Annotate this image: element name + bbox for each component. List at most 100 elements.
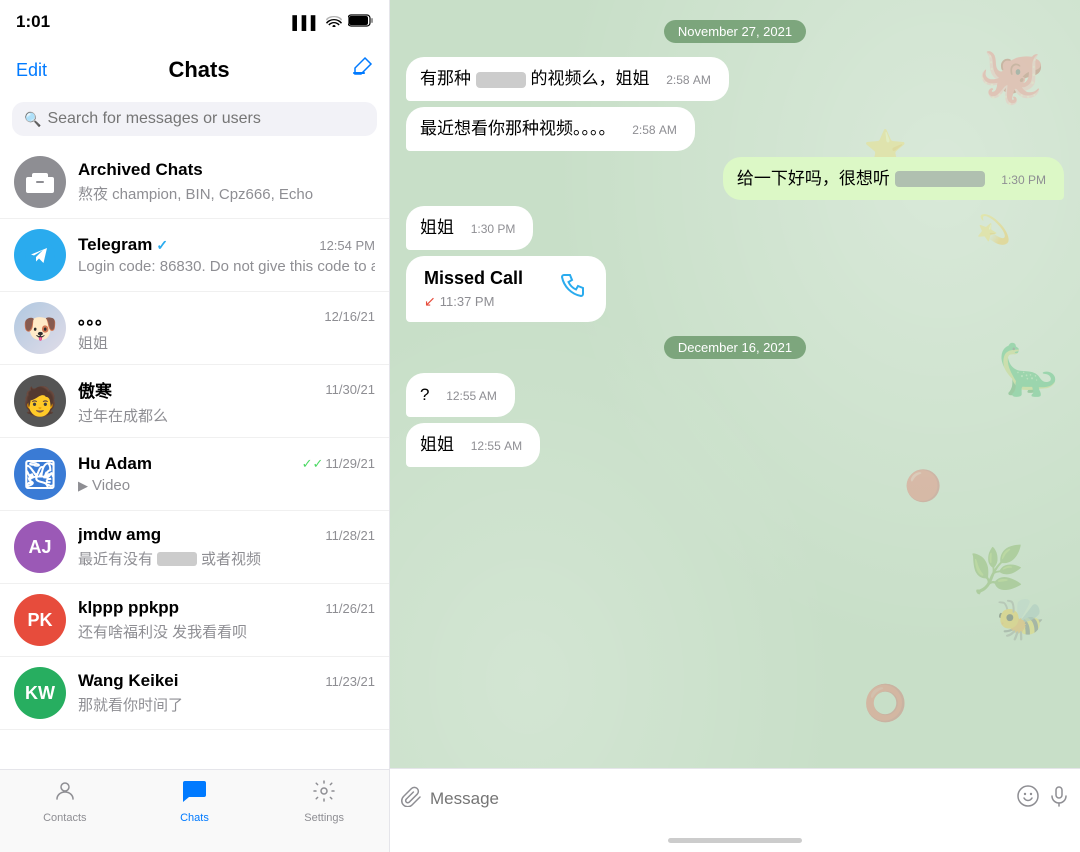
message-input[interactable] [430, 789, 1008, 809]
search-icon: 🔍 [24, 111, 41, 128]
tab-settings[interactable]: Settings [284, 779, 364, 824]
date-pill-dec16: December 16, 2021 [664, 336, 806, 359]
avatar-huadam: 🏞 [14, 448, 66, 500]
battery-icon [348, 14, 373, 30]
jiemei-name: 。。。 [78, 304, 112, 329]
home-indicator [390, 828, 1080, 852]
date-divider-dec16: December 16, 2021 [406, 336, 1064, 359]
edit-button[interactable]: Edit [16, 60, 47, 81]
missed-call-title: Missed Call [424, 268, 523, 289]
huadam-chat-info: Hu Adam ✓✓11/29/21 ▶ Video [78, 454, 375, 494]
klppp-name: klppp ppkpp [78, 598, 179, 618]
avatar-jiemei: 🐶 [14, 302, 66, 354]
attach-icon[interactable] [400, 785, 422, 813]
left-panel: 1:01 ▌▌▌ Edit Chats [0, 0, 390, 852]
input-area [390, 768, 1080, 828]
avatar-aohao: 🧑 [14, 375, 66, 427]
aohao-name: 傲寒 [78, 377, 112, 402]
avatar-telegram [14, 229, 66, 281]
avatar-wang: KW [14, 667, 66, 719]
messages-area: November 27, 2021 有那种 的视频么，姐姐 2:58 AM 最近… [390, 0, 1080, 768]
message-bubble-4: 姐姐 1:30 PM [406, 206, 533, 250]
status-icons: ▌▌▌ [292, 14, 373, 30]
chat-item-wang[interactable]: KW Wang Keikei 11/23/21 那就看你时间了 [0, 657, 389, 730]
wang-chat-info: Wang Keikei 11/23/21 那就看你时间了 [78, 671, 375, 715]
chat-list: Archived Chats 熬夜 champion, BIN, Cpz666,… [0, 146, 389, 769]
avatar-klppp: PK [14, 594, 66, 646]
jmdw-time: 11/28/21 [325, 528, 375, 543]
status-time: 1:01 [16, 12, 50, 32]
nav-bar: Edit Chats [0, 44, 389, 96]
jmdw-name: jmdw amg [78, 525, 161, 545]
message-bubble-3: 给一下好吗，很想听 1:30 PM [723, 157, 1064, 201]
wifi-icon [326, 15, 342, 30]
msg-time-1: 2:58 AM [662, 73, 715, 87]
chat-item-aohao[interactable]: 🧑 傲寒 11/30/21 过年在成都么 [0, 365, 389, 438]
emoji-icon[interactable] [1016, 784, 1040, 814]
huadam-preview: ▶ Video [78, 477, 375, 494]
archived-chat-info: Archived Chats 熬夜 champion, BIN, Cpz666,… [78, 160, 375, 204]
message-bubble-2: 最近想看你那种视频。。。。 2:58 AM [406, 107, 695, 151]
klppp-chat-info: klppp ppkpp 11/26/21 还有啥福利没 发我看看呗 [78, 598, 375, 642]
msg-time-2: 2:58 AM [628, 123, 681, 137]
tab-contacts[interactable]: Contacts [25, 779, 105, 824]
bottom-tabs: Contacts Chats Settings [0, 769, 389, 852]
archived-name: Archived Chats [78, 160, 203, 180]
search-bar[interactable]: 🔍 [12, 102, 377, 136]
chat-item-telegram[interactable]: Telegram ✓ 12:54 PM Login code: 86830. D… [0, 219, 389, 292]
tab-chats-label: Chats [180, 812, 209, 824]
home-bar [668, 838, 802, 843]
telegram-time: 12:54 PM [319, 238, 375, 253]
settings-icon [312, 779, 336, 810]
jiemei-time: 12/16/21 [324, 309, 375, 324]
compose-button[interactable] [351, 56, 373, 84]
search-input[interactable] [47, 110, 365, 128]
jmdw-preview: 最近有没有 ████ 或者视频 [78, 548, 375, 569]
message-bubble-7: 姐姐 12:55 AM [406, 423, 540, 467]
wang-preview: 那就看你时间了 [78, 694, 375, 715]
message-bubble-1: 有那种 的视频么，姐姐 2:58 AM [406, 57, 729, 101]
call-phone-icon [558, 271, 588, 308]
message-row-3: 给一下好吗，很想听 1:30 PM [406, 157, 1064, 201]
message-row-7: 姐姐 12:55 AM [406, 423, 1064, 467]
telegram-chat-info: Telegram ✓ 12:54 PM Login code: 86830. D… [78, 235, 375, 275]
huadam-name: Hu Adam [78, 454, 152, 474]
date-pill-nov27: November 27, 2021 [664, 20, 806, 43]
message-row-missed-call: Missed Call ↙ 11:37 PM [406, 256, 1064, 322]
contacts-icon [53, 779, 77, 810]
message-row-1: 有那种 的视频么，姐姐 2:58 AM [406, 57, 1064, 101]
message-row-6: ? 12:55 AM [406, 373, 1064, 417]
chat-item-huadam[interactable]: 🏞 Hu Adam ✓✓11/29/21 ▶ Video [0, 438, 389, 511]
chat-item-jiemei[interactable]: 🐶 。。。 12/16/21 姐姐 [0, 292, 389, 365]
klppp-time: 11/26/21 [325, 601, 375, 616]
mic-icon[interactable] [1048, 785, 1070, 813]
right-panel: 🐙 ⭐ 🦕 🔴 🌿 ⭕ 🐝 💫 November 27, 2021 有那种 的视… [390, 0, 1080, 852]
missed-arrow-icon: ↙ [424, 293, 436, 310]
archived-preview: 熬夜 champion, BIN, Cpz666, Echo [78, 183, 375, 204]
chat-item-klppp[interactable]: PK klppp ppkpp 11/26/21 还有啥福利没 发我看看呗 [0, 584, 389, 657]
verified-icon: ✓ [156, 237, 168, 254]
telegram-preview: Login code: 86830. Do not give this code… [78, 258, 375, 275]
aohao-chat-info: 傲寒 11/30/21 过年在成都么 [78, 377, 375, 426]
msg-time-7: 12:55 AM [467, 439, 526, 453]
jiemei-chat-info: 。。。 12/16/21 姐姐 [78, 304, 375, 353]
chat-item-archived[interactable]: Archived Chats 熬夜 champion, BIN, Cpz666,… [0, 146, 389, 219]
message-row-2: 最近想看你那种视频。。。。 2:58 AM [406, 107, 1064, 151]
missed-call-bubble: Missed Call ↙ 11:37 PM [406, 256, 606, 322]
chat-item-jmdw[interactable]: AJ jmdw amg 11/28/21 最近有没有 ████ 或者视频 [0, 511, 389, 584]
avatar-jmdw: AJ [14, 521, 66, 573]
huadam-time: ✓✓11/29/21 [302, 456, 375, 472]
wang-name: Wang Keikei [78, 671, 178, 691]
msg-time-4: 1:30 PM [467, 222, 520, 236]
status-bar: 1:01 ▌▌▌ [0, 0, 389, 44]
missed-call-left: Missed Call ↙ 11:37 PM [424, 268, 523, 310]
tab-settings-label: Settings [304, 812, 344, 824]
missed-call-info: ↙ 11:37 PM [424, 293, 523, 310]
message-row-4: 姐姐 1:30 PM [406, 206, 1064, 250]
msg-time-6: 12:55 AM [442, 389, 501, 403]
chats-icon [181, 779, 207, 810]
tab-chats[interactable]: Chats [154, 779, 234, 824]
chats-title: Chats [168, 57, 229, 83]
date-divider-nov27: November 27, 2021 [406, 20, 1064, 43]
aohao-time: 11/30/21 [325, 382, 375, 397]
